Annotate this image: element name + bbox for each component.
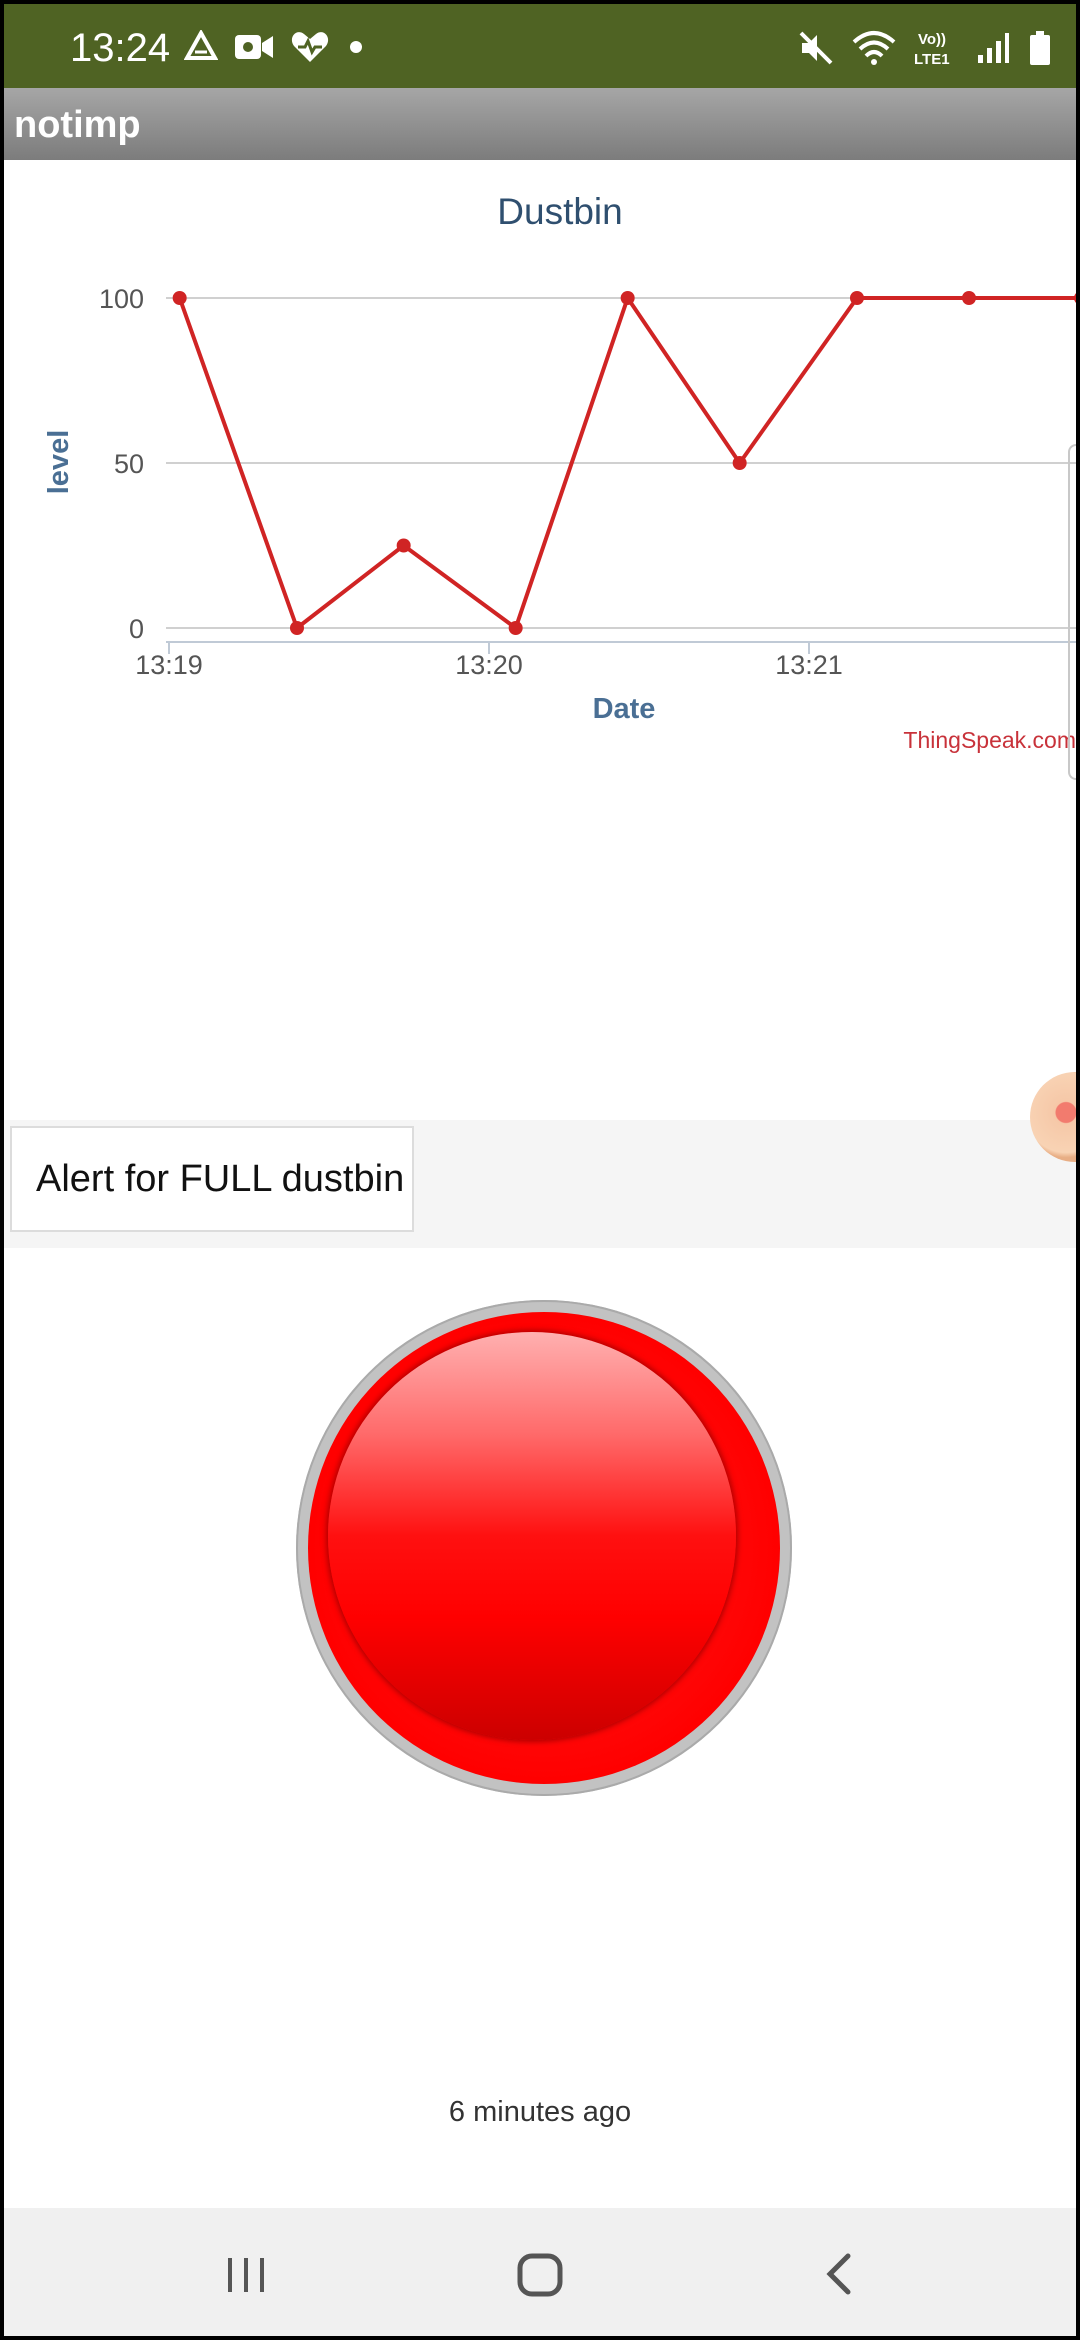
x-tick-label: 13:20 (455, 650, 523, 680)
last-update-text: 6 minutes ago (448, 2096, 632, 2128)
drive-icon (184, 30, 218, 64)
alert-button[interactable] (296, 1300, 792, 1796)
y-tick-label: 50 (114, 449, 144, 479)
home-icon[interactable] (510, 2244, 570, 2304)
y-tick-label: 100 (99, 284, 144, 314)
recent-apps-icon[interactable] (216, 2244, 276, 2304)
alert-textbox[interactable]: Alert for FULL dustbin (10, 1126, 414, 1232)
side-panel-handle[interactable] (1068, 444, 1076, 780)
data-point[interactable] (850, 291, 864, 305)
status-time: 13:24 (70, 26, 171, 70)
data-point[interactable] (620, 291, 635, 305)
app-title: notimp (14, 104, 141, 146)
chart-svg: Dustbin 0 50 100 13:19 13:20 13:21 Date leve… (43, 191, 1076, 753)
signal-icon (976, 31, 1010, 65)
data-point[interactable] (962, 291, 976, 305)
dot-icon (346, 37, 366, 57)
chart-credit-link[interactable]: ThingSpeak.com (903, 727, 1076, 753)
data-point[interactable] (1074, 291, 1076, 305)
chart-title: Dustbin (497, 191, 622, 232)
wifi-icon (852, 30, 896, 66)
mute-icon (798, 30, 834, 66)
battery-icon (1028, 30, 1052, 66)
video-camera-icon (234, 32, 274, 62)
x-tick-label: 13:19 (135, 650, 203, 680)
data-point[interactable] (396, 538, 411, 553)
x-tick-label: 13:21 (775, 650, 843, 680)
app-screen: 13:24 Vo)) LTE1 notimp Dustbin 0 50 100 … (4, 4, 1076, 2336)
volte-top-text: Vo)) (918, 31, 946, 48)
alert-band: Alert for FULL dustbin (4, 1120, 1076, 1248)
data-point[interactable] (508, 621, 523, 635)
y-axis-label: level (43, 430, 75, 495)
heart-icon (290, 30, 330, 64)
back-icon[interactable] (810, 2244, 870, 2304)
volte-bottom-text: LTE1 (914, 51, 950, 68)
data-point[interactable] (172, 291, 187, 305)
x-axis-label: Date (593, 693, 656, 725)
status-bar: 13:24 Vo)) LTE1 (4, 4, 1076, 88)
dustbin-chart: Dustbin 0 50 100 13:19 13:20 13:21 Date leve… (4, 160, 1076, 780)
volte-icon: Vo)) LTE1 (914, 28, 958, 68)
data-point[interactable] (290, 621, 304, 635)
data-point[interactable] (732, 456, 747, 470)
navigation-bar (4, 2208, 1076, 2336)
app-bar: notimp (4, 88, 1076, 160)
y-tick-label: 0 (129, 614, 144, 644)
alert-button-face (328, 1332, 736, 1740)
